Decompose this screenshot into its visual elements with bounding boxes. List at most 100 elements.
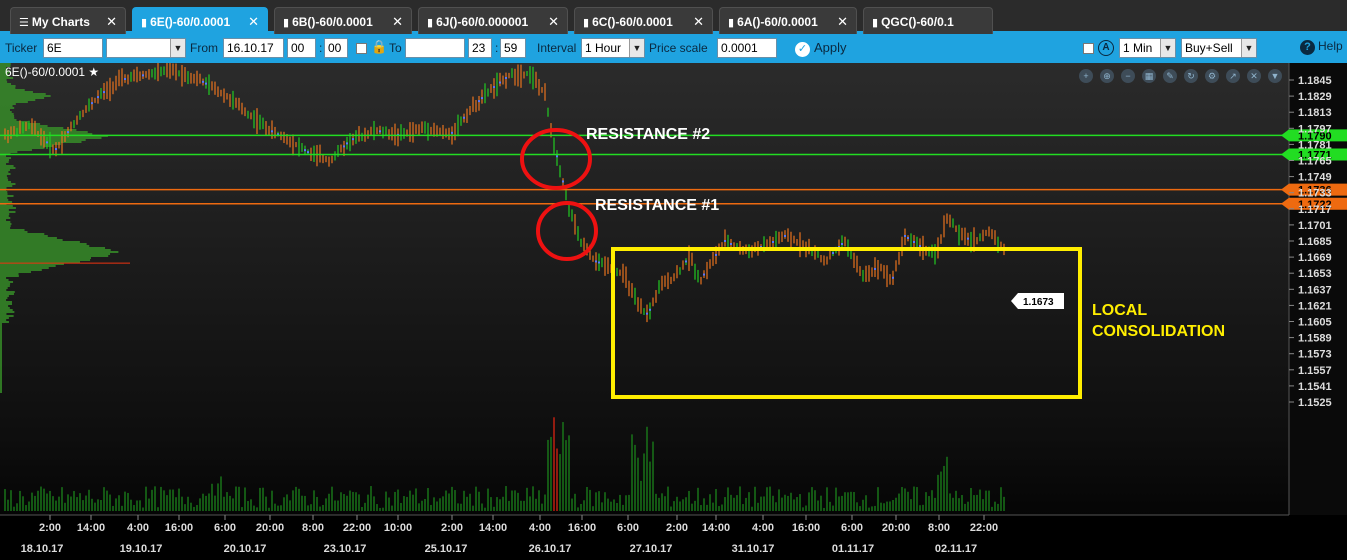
volume-bar — [814, 490, 816, 511]
volume-bar — [661, 493, 663, 511]
tab-6b[interactable]: ▮ 6B()-60/0.0001 ✕ — [274, 7, 412, 34]
volume-profile-bar — [0, 209, 9, 211]
ticker-input[interactable] — [43, 38, 103, 58]
close-icon[interactable]: ✕ — [693, 14, 704, 30]
price-tick-label: 1.1829 — [1298, 91, 1332, 103]
tab-my-charts[interactable]: ☰ My Charts ✕ — [10, 7, 126, 34]
volume-profile-bar — [0, 267, 49, 269]
date-tick-label: 23.10.17 — [324, 543, 367, 555]
volume-profile-bar — [0, 317, 9, 319]
volume-bar — [388, 497, 390, 511]
from-minute-input[interactable] — [324, 38, 348, 58]
close-icon[interactable]: ✕ — [548, 14, 559, 30]
lock-icon[interactable]: 🔒 — [371, 39, 387, 55]
auto-checkbox[interactable] — [1083, 43, 1094, 54]
interval-select[interactable]: 1 Hour ▼ — [581, 38, 645, 58]
gear-icon[interactable]: ⚙ — [1205, 69, 1219, 83]
tab-qgc[interactable]: ▮ QGC()-60/0.1 — [863, 7, 993, 34]
volume-bar — [619, 494, 621, 511]
zoom-out-icon[interactable]: − — [1121, 69, 1135, 83]
price-tick-label: 1.1621 — [1298, 300, 1332, 312]
volume-profile-bar — [0, 265, 56, 267]
close-icon[interactable]: ✕ — [248, 14, 259, 30]
date-tick-label: 26.10.17 — [529, 543, 572, 555]
to-hour-input[interactable] — [468, 38, 492, 58]
from-hour-input[interactable] — [287, 38, 316, 58]
volume-profile-bar — [0, 269, 42, 271]
volume-bar — [700, 505, 702, 511]
volume-profile-bar — [0, 101, 28, 103]
volume-profile-bar — [0, 87, 16, 89]
price-chart[interactable]: 1.17901.17711.17361.1722 1.18451.18291.1… — [0, 63, 1347, 560]
volume-bar — [541, 503, 543, 511]
zoom-in-icon[interactable]: + — [1079, 69, 1093, 83]
volume-bar — [925, 492, 927, 511]
volume-profile-bar — [0, 345, 2, 347]
volume-bar — [949, 493, 951, 511]
volume-bar — [625, 495, 627, 511]
time-tick-label: 22:00 — [970, 522, 998, 534]
volume-bar — [214, 495, 216, 511]
grid-icon[interactable]: ▦ — [1142, 69, 1156, 83]
volume-bar — [157, 507, 159, 511]
volume-bar — [217, 483, 219, 511]
volume-profile-bar — [0, 97, 45, 99]
tab-label: 6A()-60/0.0001 — [737, 15, 818, 29]
volume-profile-bar — [0, 215, 9, 217]
close-icon[interactable]: ✕ — [392, 14, 403, 30]
volume-profile-bar — [0, 195, 14, 197]
price-scale-input[interactable] — [717, 38, 777, 58]
volume-bar — [55, 500, 57, 511]
ticker-dropdown[interactable]: ▼ — [106, 38, 186, 58]
volume-bar — [721, 504, 723, 511]
price-bar-marker — [55, 148, 57, 151]
tab-6a[interactable]: ▮ 6A()-60/0.0001 ✕ — [719, 7, 857, 34]
volume-bar — [358, 494, 360, 511]
tab-6e[interactable]: ▮ 6E()-60/0.0001 ✕ — [132, 7, 268, 34]
expand-icon[interactable]: ↗ — [1226, 69, 1240, 83]
volume-bar — [457, 503, 459, 511]
close-icon[interactable]: ✕ — [837, 14, 848, 30]
date-tick-label: 18.10.17 — [21, 543, 64, 555]
star-icon[interactable]: ★ — [88, 65, 99, 79]
volume-bar — [85, 495, 87, 511]
volume-bar — [166, 495, 168, 511]
volume-profile-bar — [0, 187, 7, 189]
refresh-icon[interactable]: ↻ — [1184, 69, 1198, 83]
volume-bar — [427, 488, 429, 511]
volume-bar — [472, 505, 474, 511]
to-minute-input[interactable] — [500, 38, 526, 58]
volume-profile-bar — [0, 169, 10, 171]
volume-profile-bar — [0, 143, 61, 145]
volume-bar — [22, 496, 24, 511]
price-bar-marker — [967, 237, 969, 240]
close-icon[interactable]: ✕ — [1247, 69, 1261, 83]
to-date-input[interactable] — [405, 38, 465, 58]
help-button[interactable]: ? Help — [1300, 39, 1343, 55]
pen-icon[interactable]: ✎ — [1163, 69, 1177, 83]
to-enable-checkbox[interactable] — [356, 43, 367, 54]
price-bar-marker — [499, 81, 501, 84]
close-icon[interactable]: ✕ — [106, 14, 117, 30]
volume-bar — [103, 487, 105, 511]
volume-profile-bar — [0, 311, 15, 313]
volume-bar — [265, 496, 267, 511]
volume-bar — [865, 495, 867, 511]
volume-bar — [37, 490, 39, 511]
zoom-icon[interactable]: ⊕ — [1100, 69, 1114, 83]
volume-profile-bar — [0, 177, 8, 179]
volume-bar — [736, 495, 738, 511]
tab-6c[interactable]: ▮ 6C()-60/0.0001 ✕ — [574, 7, 713, 34]
chevron-down-icon[interactable]: ▼ — [1268, 69, 1282, 83]
price-tick-label: 1.1845 — [1298, 75, 1332, 87]
price-bar-marker — [202, 80, 204, 83]
timeframe-select[interactable]: 1 Min ▼ — [1119, 38, 1176, 58]
tab-6j[interactable]: ▮ 6J()-60/0.000001 ✕ — [418, 7, 568, 34]
from-date-input[interactable] — [223, 38, 284, 58]
a-circle-icon[interactable]: A — [1098, 40, 1114, 56]
question-icon: ? — [1300, 40, 1315, 55]
side-select[interactable]: Buy+Sell ▼ — [1181, 38, 1257, 58]
resistance2-circle — [520, 128, 592, 190]
apply-button[interactable]: ✓ Apply — [795, 40, 847, 57]
volume-profile-bar — [0, 375, 2, 377]
